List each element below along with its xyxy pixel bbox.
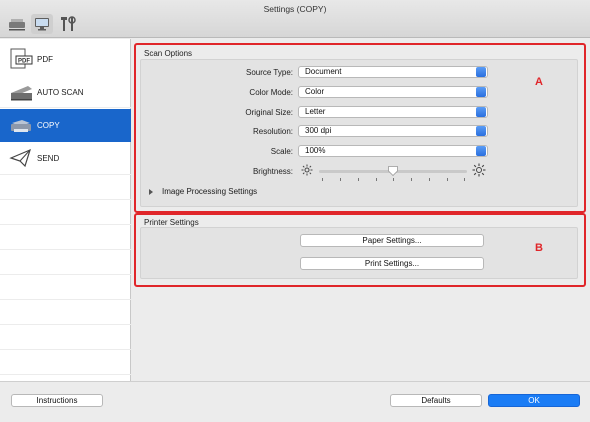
sidebar-item-copy[interactable]: COPY <box>0 109 131 142</box>
sidebar-divider <box>0 274 131 275</box>
title-bar: Settings (COPY) <box>0 0 590 38</box>
scanner-icon <box>11 86 32 101</box>
sidebar-item-label: PDF <box>37 54 53 64</box>
paper-settings-button[interactable]: Paper Settings... <box>300 234 484 247</box>
sidebar-divider <box>0 299 131 300</box>
tools-icon <box>61 16 76 31</box>
print-settings-button[interactable]: Print Settings... <box>300 257 484 270</box>
paper-plane-icon <box>9 148 31 168</box>
slider-tick <box>464 178 465 181</box>
source-type-value: Document <box>305 67 342 76</box>
slider-tick <box>393 178 394 181</box>
sidebar-item-label: SEND <box>37 153 60 163</box>
resolution-value: 300 dpi <box>305 126 332 135</box>
brightness-label: Brightness: <box>252 167 293 176</box>
slider-tick <box>376 178 377 181</box>
color-mode-select[interactable]: Color <box>298 86 488 98</box>
tools-toolbar-button[interactable] <box>57 14 79 34</box>
resolution-label: Resolution: <box>252 127 293 136</box>
pdf-document-icon: PDF <box>10 48 33 69</box>
source-type-label: Source Type: <box>246 68 293 77</box>
slider-tick <box>411 178 412 181</box>
slider-tick <box>358 178 359 181</box>
printer-icon <box>11 120 31 132</box>
instructions-button[interactable]: Instructions <box>11 394 103 407</box>
ok-button[interactable]: OK <box>488 394 580 407</box>
original-size-select[interactable]: Letter <box>298 106 488 118</box>
brightness-high-icon <box>472 163 486 177</box>
sidebar-item-label: AUTO SCAN <box>37 87 84 97</box>
scanner-icon <box>9 19 25 31</box>
chevron-updown-icon <box>476 67 486 77</box>
marker-b: B <box>535 242 543 254</box>
sidebar-divider <box>0 174 131 175</box>
chevron-updown-icon <box>476 126 486 136</box>
sidebar-item-send[interactable]: SEND <box>0 142 131 174</box>
computer-toolbar-button[interactable] <box>31 14 53 34</box>
sidebar-item-pdf[interactable]: PDF PDF <box>0 43 131 75</box>
sidebar-divider <box>0 374 131 375</box>
slider-tick <box>447 178 448 181</box>
chevron-updown-icon <box>476 87 486 97</box>
window-title: Settings (COPY) <box>263 4 327 14</box>
brightness-low-icon <box>301 164 313 176</box>
color-mode-value: Color <box>305 87 325 96</box>
sidebar-item-auto-scan[interactable]: AUTO SCAN <box>0 76 131 108</box>
sidebar-divider <box>0 199 131 200</box>
chevron-updown-icon <box>476 107 486 117</box>
slider-tick <box>322 178 323 181</box>
source-type-select[interactable]: Document <box>298 66 488 78</box>
disclosure-triangle-icon[interactable] <box>149 189 153 195</box>
scan-options-title: Scan Options <box>144 49 193 58</box>
defaults-button[interactable]: Defaults <box>390 394 482 407</box>
printer-settings-title: Printer Settings <box>144 218 199 227</box>
original-size-value: Letter <box>305 107 326 116</box>
scanner-toolbar-button[interactable] <box>6 14 28 34</box>
image-processing-settings-toggle[interactable]: Image Processing Settings <box>162 187 257 196</box>
sidebar-divider <box>0 249 131 250</box>
sidebar-divider <box>0 349 131 350</box>
sidebar: PDF PDF AUTO SCAN COPY SEND <box>0 39 131 381</box>
svg-text:PDF: PDF <box>18 59 30 65</box>
chevron-updown-icon <box>476 146 486 156</box>
sidebar-item-label: COPY <box>37 121 60 130</box>
color-mode-label: Color Mode: <box>249 88 293 97</box>
original-size-label: Original Size: <box>245 108 293 117</box>
computer-monitor-icon <box>35 18 49 31</box>
slider-tick <box>429 178 430 181</box>
scale-label: Scale: <box>270 147 293 156</box>
sidebar-divider <box>0 324 131 325</box>
slider-tick <box>340 178 341 181</box>
scale-select[interactable]: 100% <box>298 145 488 157</box>
brightness-slider-thumb[interactable] <box>388 166 398 176</box>
sidebar-divider <box>0 224 131 225</box>
resolution-select[interactable]: 300 dpi <box>298 125 488 137</box>
scale-value: 100% <box>305 146 326 155</box>
marker-a: A <box>535 76 543 88</box>
